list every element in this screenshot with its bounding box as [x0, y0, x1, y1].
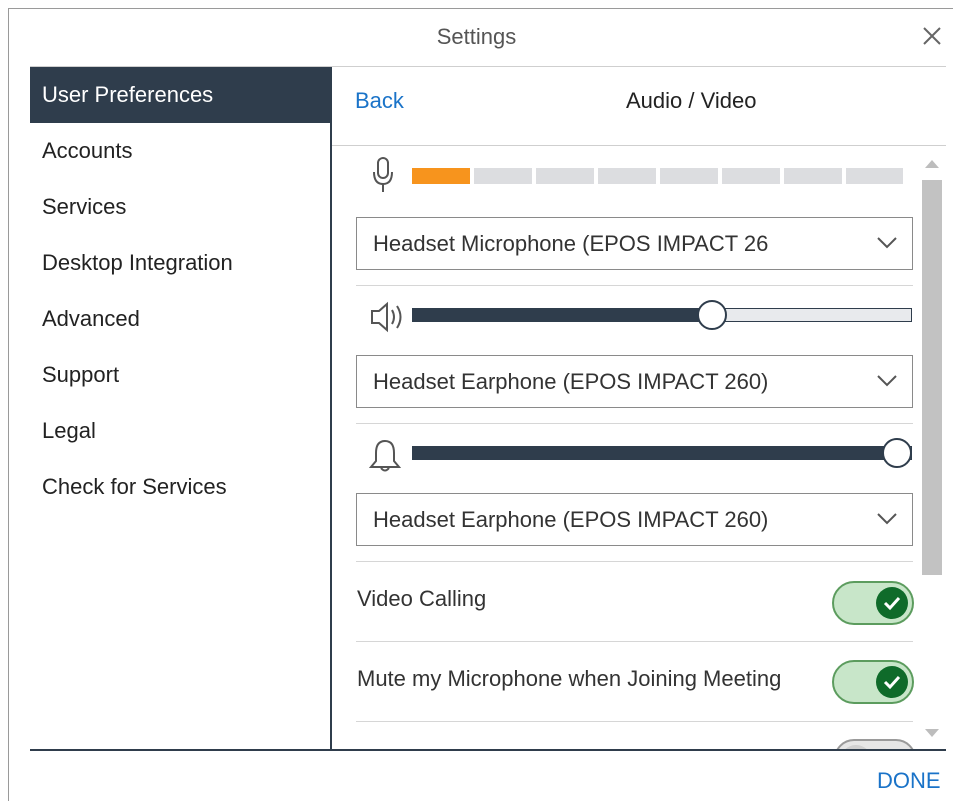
speaker-device-select[interactable]: Headset Earphone (EPOS IMPACT 260) — [356, 355, 913, 408]
video-calling-toggle[interactable] — [832, 581, 914, 625]
chevron-down-icon — [876, 512, 898, 531]
level-segment — [412, 168, 470, 184]
slider-knob[interactable] — [882, 438, 912, 468]
section-divider — [356, 285, 913, 286]
header-divider — [332, 145, 946, 146]
sidebar-nav: User Preferences Accounts Services Deskt… — [30, 67, 331, 749]
scrollbar-thumb[interactable] — [922, 180, 942, 575]
footer-divider — [30, 749, 946, 751]
scroll-clip — [332, 725, 932, 749]
back-link[interactable]: Back — [355, 88, 404, 114]
microphone-device-select[interactable]: Headset Microphone (EPOS IMPACT 26 — [356, 217, 913, 270]
done-button[interactable]: DONE — [877, 768, 941, 794]
window-title: Settings — [436, 24, 517, 49]
check-icon — [876, 666, 908, 698]
sidebar-item-services[interactable]: Services — [30, 179, 331, 235]
section-divider — [356, 641, 913, 642]
slider-fill — [412, 308, 712, 322]
section-divider — [356, 561, 913, 562]
ringer-device-select[interactable]: Headset Earphone (EPOS IMPACT 260) — [356, 493, 913, 546]
sidebar-divider — [330, 67, 332, 749]
panel-title: Audio / Video — [626, 88, 757, 113]
check-icon — [876, 587, 908, 619]
scroll-up-icon[interactable] — [922, 155, 942, 173]
section-divider — [356, 423, 913, 424]
level-segment — [598, 168, 656, 184]
sidebar-item-advanced[interactable]: Advanced — [30, 291, 331, 347]
hidden-option-toggle[interactable] — [834, 739, 916, 749]
level-segment — [536, 168, 594, 184]
mute-on-join-toggle[interactable] — [832, 660, 914, 704]
sidebar-item-check-for-services[interactable]: Check for Services — [30, 459, 331, 515]
mute-on-join-label: Mute my Microphone when Joining Meeting — [357, 666, 782, 691]
level-segment — [474, 168, 532, 184]
chevron-down-icon — [876, 374, 898, 393]
sidebar-item-user-preferences[interactable]: User Preferences — [30, 67, 331, 123]
mic-level-meter — [412, 168, 903, 184]
sidebar-item-accounts[interactable]: Accounts — [30, 123, 331, 179]
level-segment — [846, 168, 903, 184]
scroll-down-icon[interactable] — [922, 724, 942, 742]
ringer-volume-slider[interactable] — [412, 438, 912, 468]
chevron-down-icon — [876, 236, 898, 255]
sidebar-item-legal[interactable]: Legal — [30, 403, 331, 459]
level-segment — [784, 168, 842, 184]
speaker-volume-slider[interactable] — [412, 300, 912, 330]
level-segment — [722, 168, 780, 184]
close-icon[interactable] — [918, 22, 946, 50]
sidebar-item-desktop-integration[interactable]: Desktop Integration — [30, 235, 331, 291]
ringer-device-value: Headset Earphone (EPOS IMPACT 260) — [373, 507, 769, 532]
microphone-device-value: Headset Microphone (EPOS IMPACT 26 — [373, 231, 769, 256]
level-segment — [660, 168, 718, 184]
speaker-device-value: Headset Earphone (EPOS IMPACT 260) — [373, 369, 769, 394]
slider-knob[interactable] — [697, 300, 727, 330]
bell-icon — [368, 437, 402, 478]
speaker-icon — [369, 298, 409, 341]
video-calling-label: Video Calling — [357, 586, 487, 611]
slider-fill — [412, 446, 897, 460]
microphone-icon — [372, 156, 394, 201]
section-divider — [356, 721, 913, 722]
sidebar-item-support[interactable]: Support — [30, 347, 331, 403]
